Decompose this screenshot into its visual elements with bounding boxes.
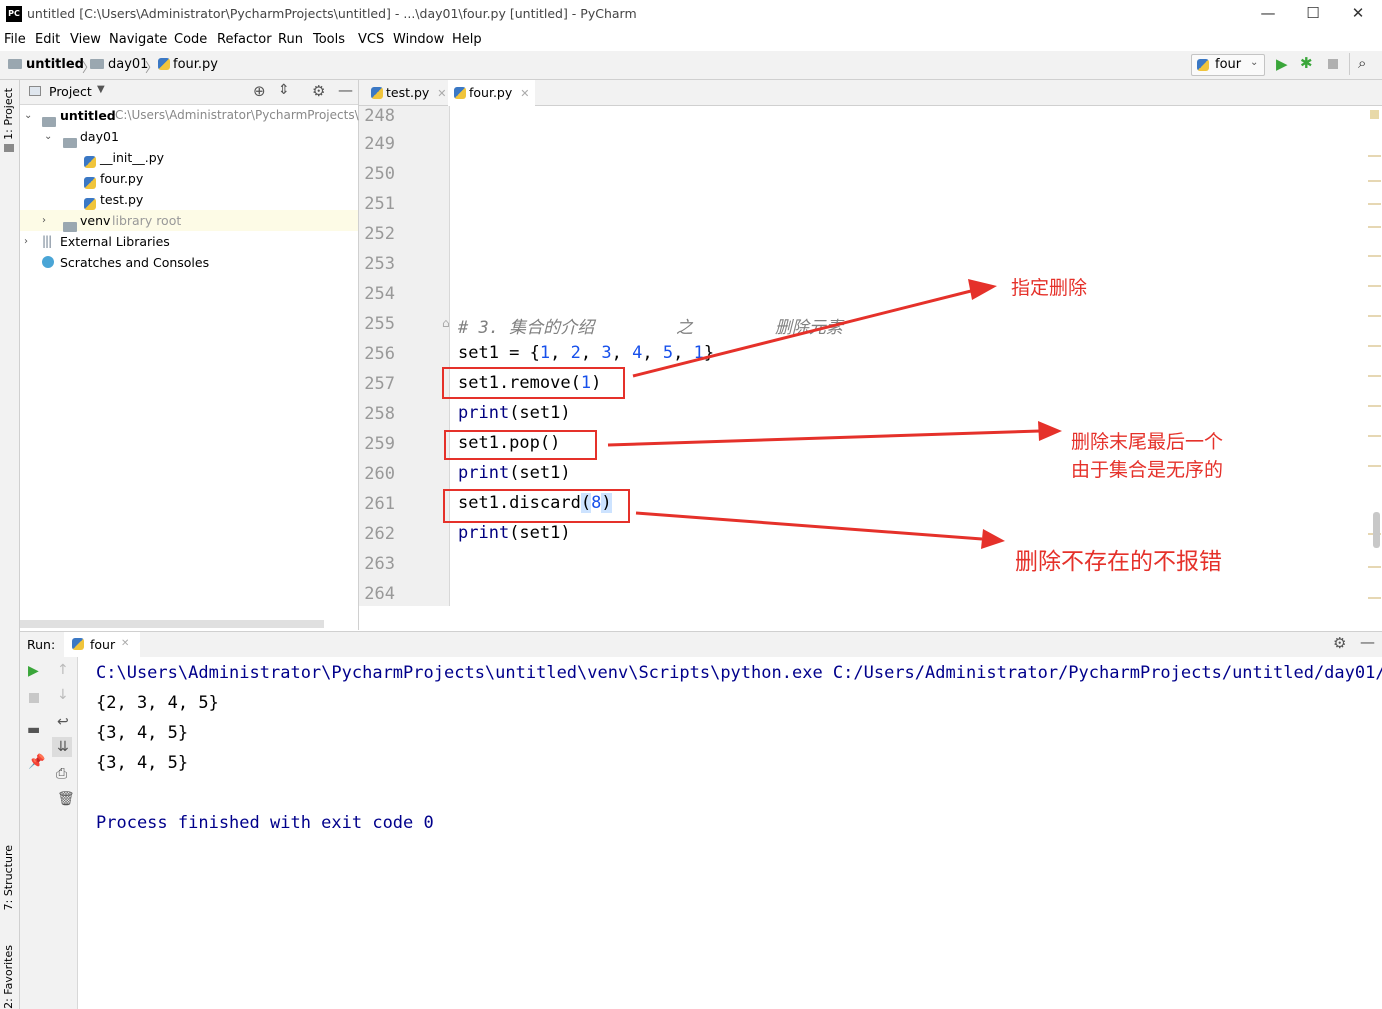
- run-tab-four[interactable]: four ✕: [64, 632, 140, 657]
- stop-icon[interactable]: [29, 693, 39, 703]
- annotation-pop-text-1: 删除末尾最后一个: [1071, 431, 1224, 453]
- annotation-discard-text: 删除不存在的不报错: [1015, 549, 1222, 575]
- console-exit-message: Process finished with exit code 0: [96, 813, 434, 833]
- annotation-remove-text: 指定删除: [1011, 277, 1088, 299]
- down-arrow-icon[interactable]: ↓: [57, 687, 69, 703]
- hide-panel-icon[interactable]: —: [1360, 633, 1375, 651]
- layout-icon[interactable]: ▬: [27, 722, 40, 738]
- console-output-line: {3, 4, 5}: [96, 753, 189, 773]
- python-file-icon: [72, 638, 84, 650]
- console-output-line: {2, 3, 4, 5}: [96, 693, 219, 713]
- print-icon[interactable]: ⎙: [56, 766, 67, 782]
- arrow-discard: [635, 511, 1005, 549]
- pin-icon[interactable]: 📌: [28, 754, 45, 770]
- run-tab-label: four: [90, 637, 116, 652]
- scroll-to-end-icon[interactable]: ⇊: [57, 739, 69, 755]
- soft-wrap-icon[interactable]: ↩: [57, 714, 69, 730]
- run-panel-label: Run:: [27, 637, 56, 652]
- up-arrow-icon[interactable]: ↑: [57, 662, 69, 678]
- run-toolbar: ▶ ↑ ↓ ↩ ▬ ⇊ 📌 ⎙ 🗑: [20, 657, 78, 1009]
- console-command-line: C:\Users\Administrator\PycharmProjects\u…: [96, 663, 1382, 683]
- console-output-line: {3, 4, 5}: [96, 723, 189, 743]
- annotation-pop-text-2: 由于集合是无序的: [1071, 459, 1224, 481]
- run-console[interactable]: C:\Users\Administrator\PycharmProjects\u…: [78, 657, 1382, 1009]
- close-tab-icon[interactable]: ✕: [121, 638, 129, 649]
- trash-icon[interactable]: 🗑: [57, 791, 75, 807]
- arrow-remove: [632, 279, 997, 378]
- run-panel-header: Run: four ✕ ⚙ —: [20, 631, 1382, 658]
- arrow-pop: [607, 421, 1062, 447]
- rerun-icon[interactable]: ▶: [28, 663, 39, 679]
- gear-icon[interactable]: ⚙: [1333, 634, 1346, 652]
